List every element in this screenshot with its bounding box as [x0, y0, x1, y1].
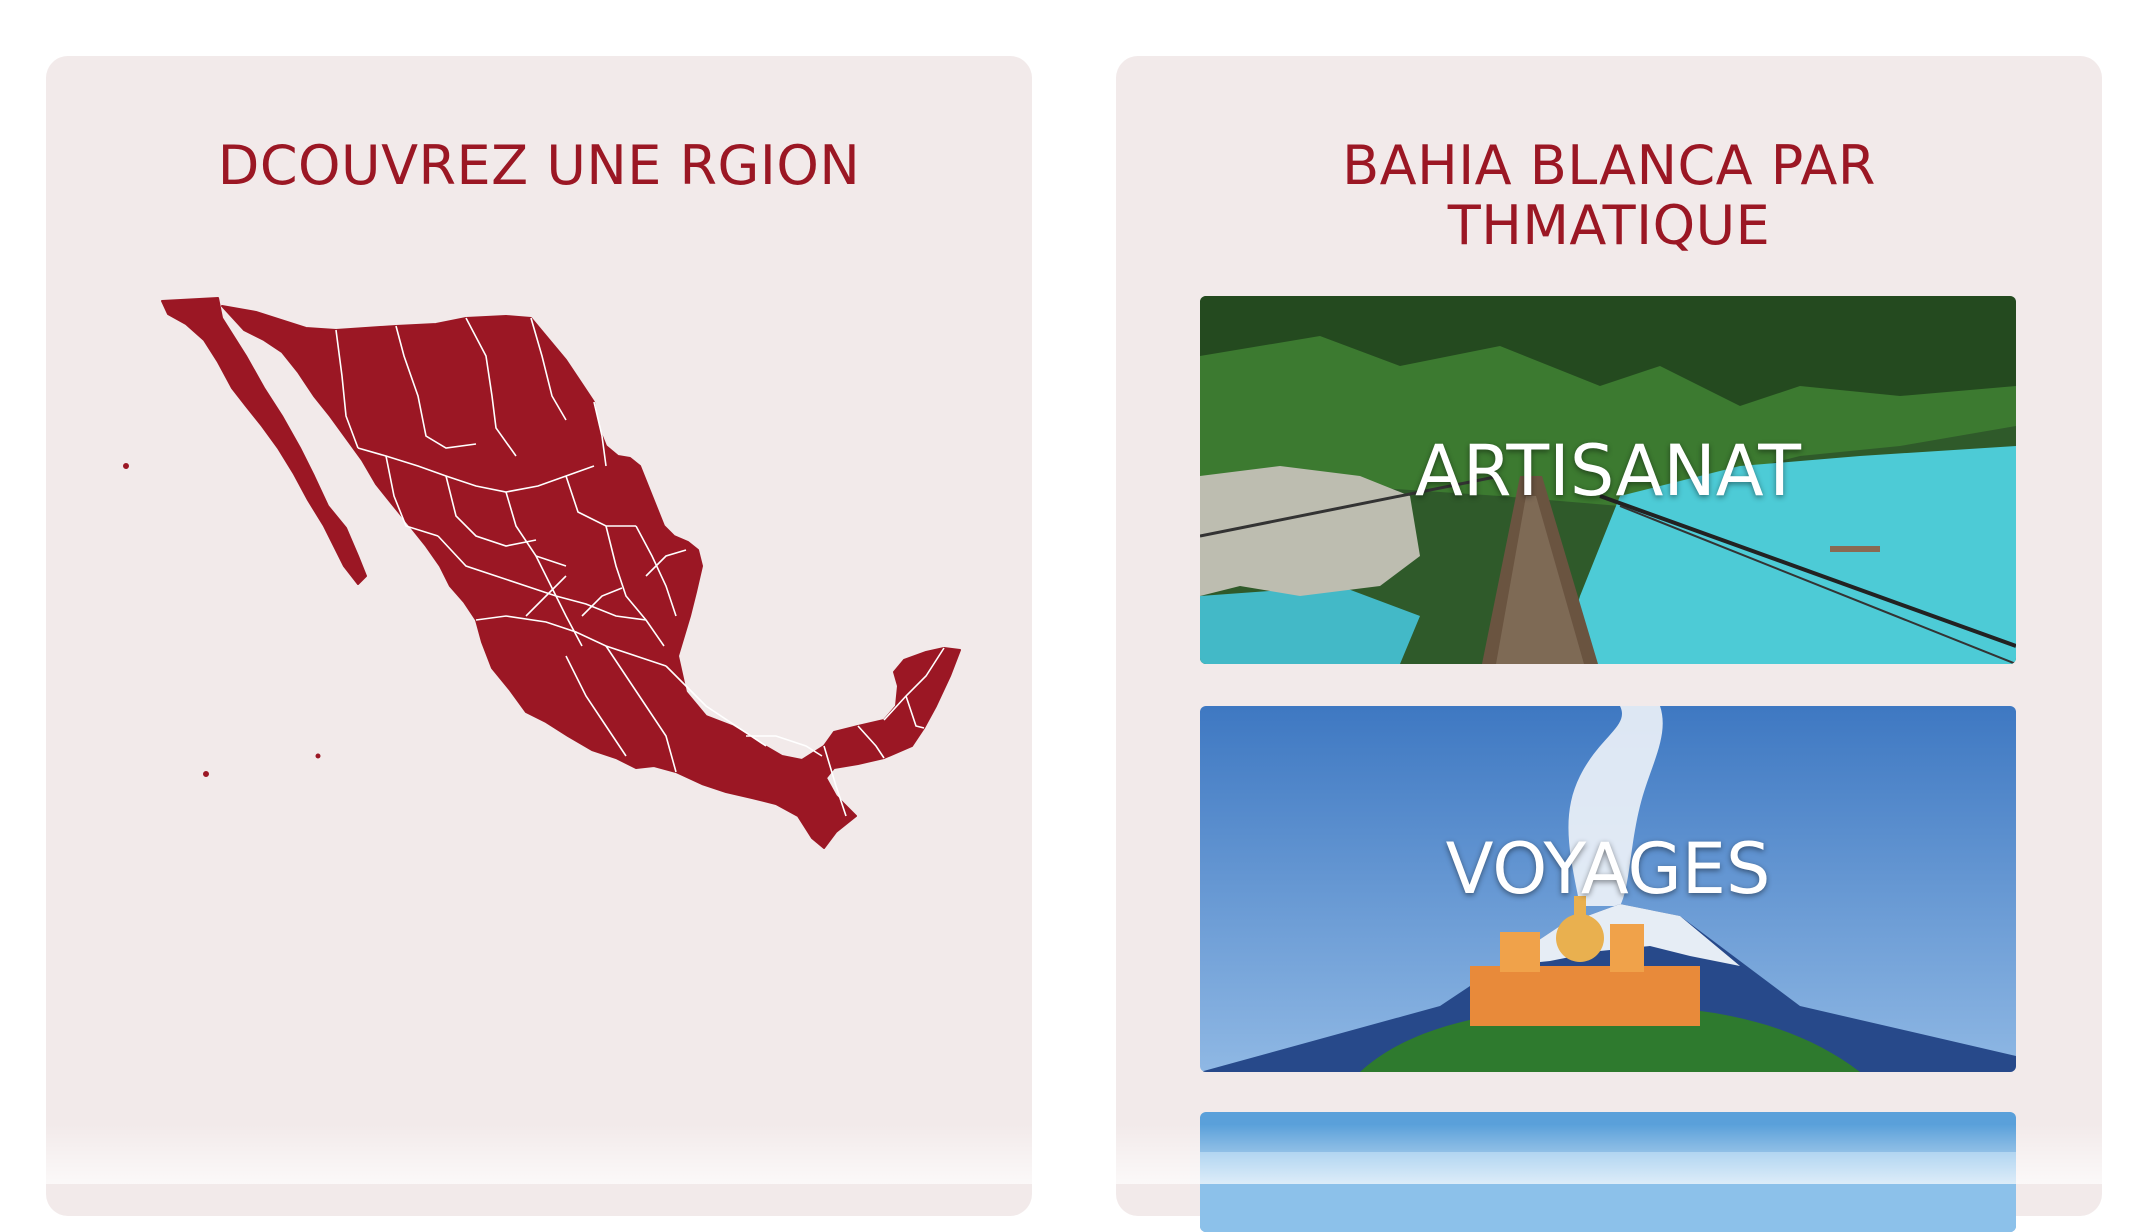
mexico-map[interactable]	[46, 56, 1032, 876]
theme-card-voyages[interactable]: VOYAGES	[1200, 706, 2016, 1072]
theme-card-3[interactable]	[1200, 1112, 2016, 1232]
theme-card-label: ARTISANAT	[1414, 430, 1802, 512]
blue-sky-image	[1200, 1112, 2016, 1232]
themes-panel-title: BAHIA BLANCA PAR THMATIQUE	[1342, 134, 1876, 257]
region-discovery-panel: DCOUVREZ UNE RGION	[46, 56, 1032, 1216]
region-mainland[interactable]	[221, 305, 961, 849]
theme-card-label: VOYAGES	[1445, 828, 1771, 910]
theme-card-artisanat[interactable]: ARTISANAT	[1200, 296, 2016, 664]
themes-panel: BAHIA BLANCA PAR THMATIQUE ARTISANAT VOY…	[1116, 56, 2102, 1232]
